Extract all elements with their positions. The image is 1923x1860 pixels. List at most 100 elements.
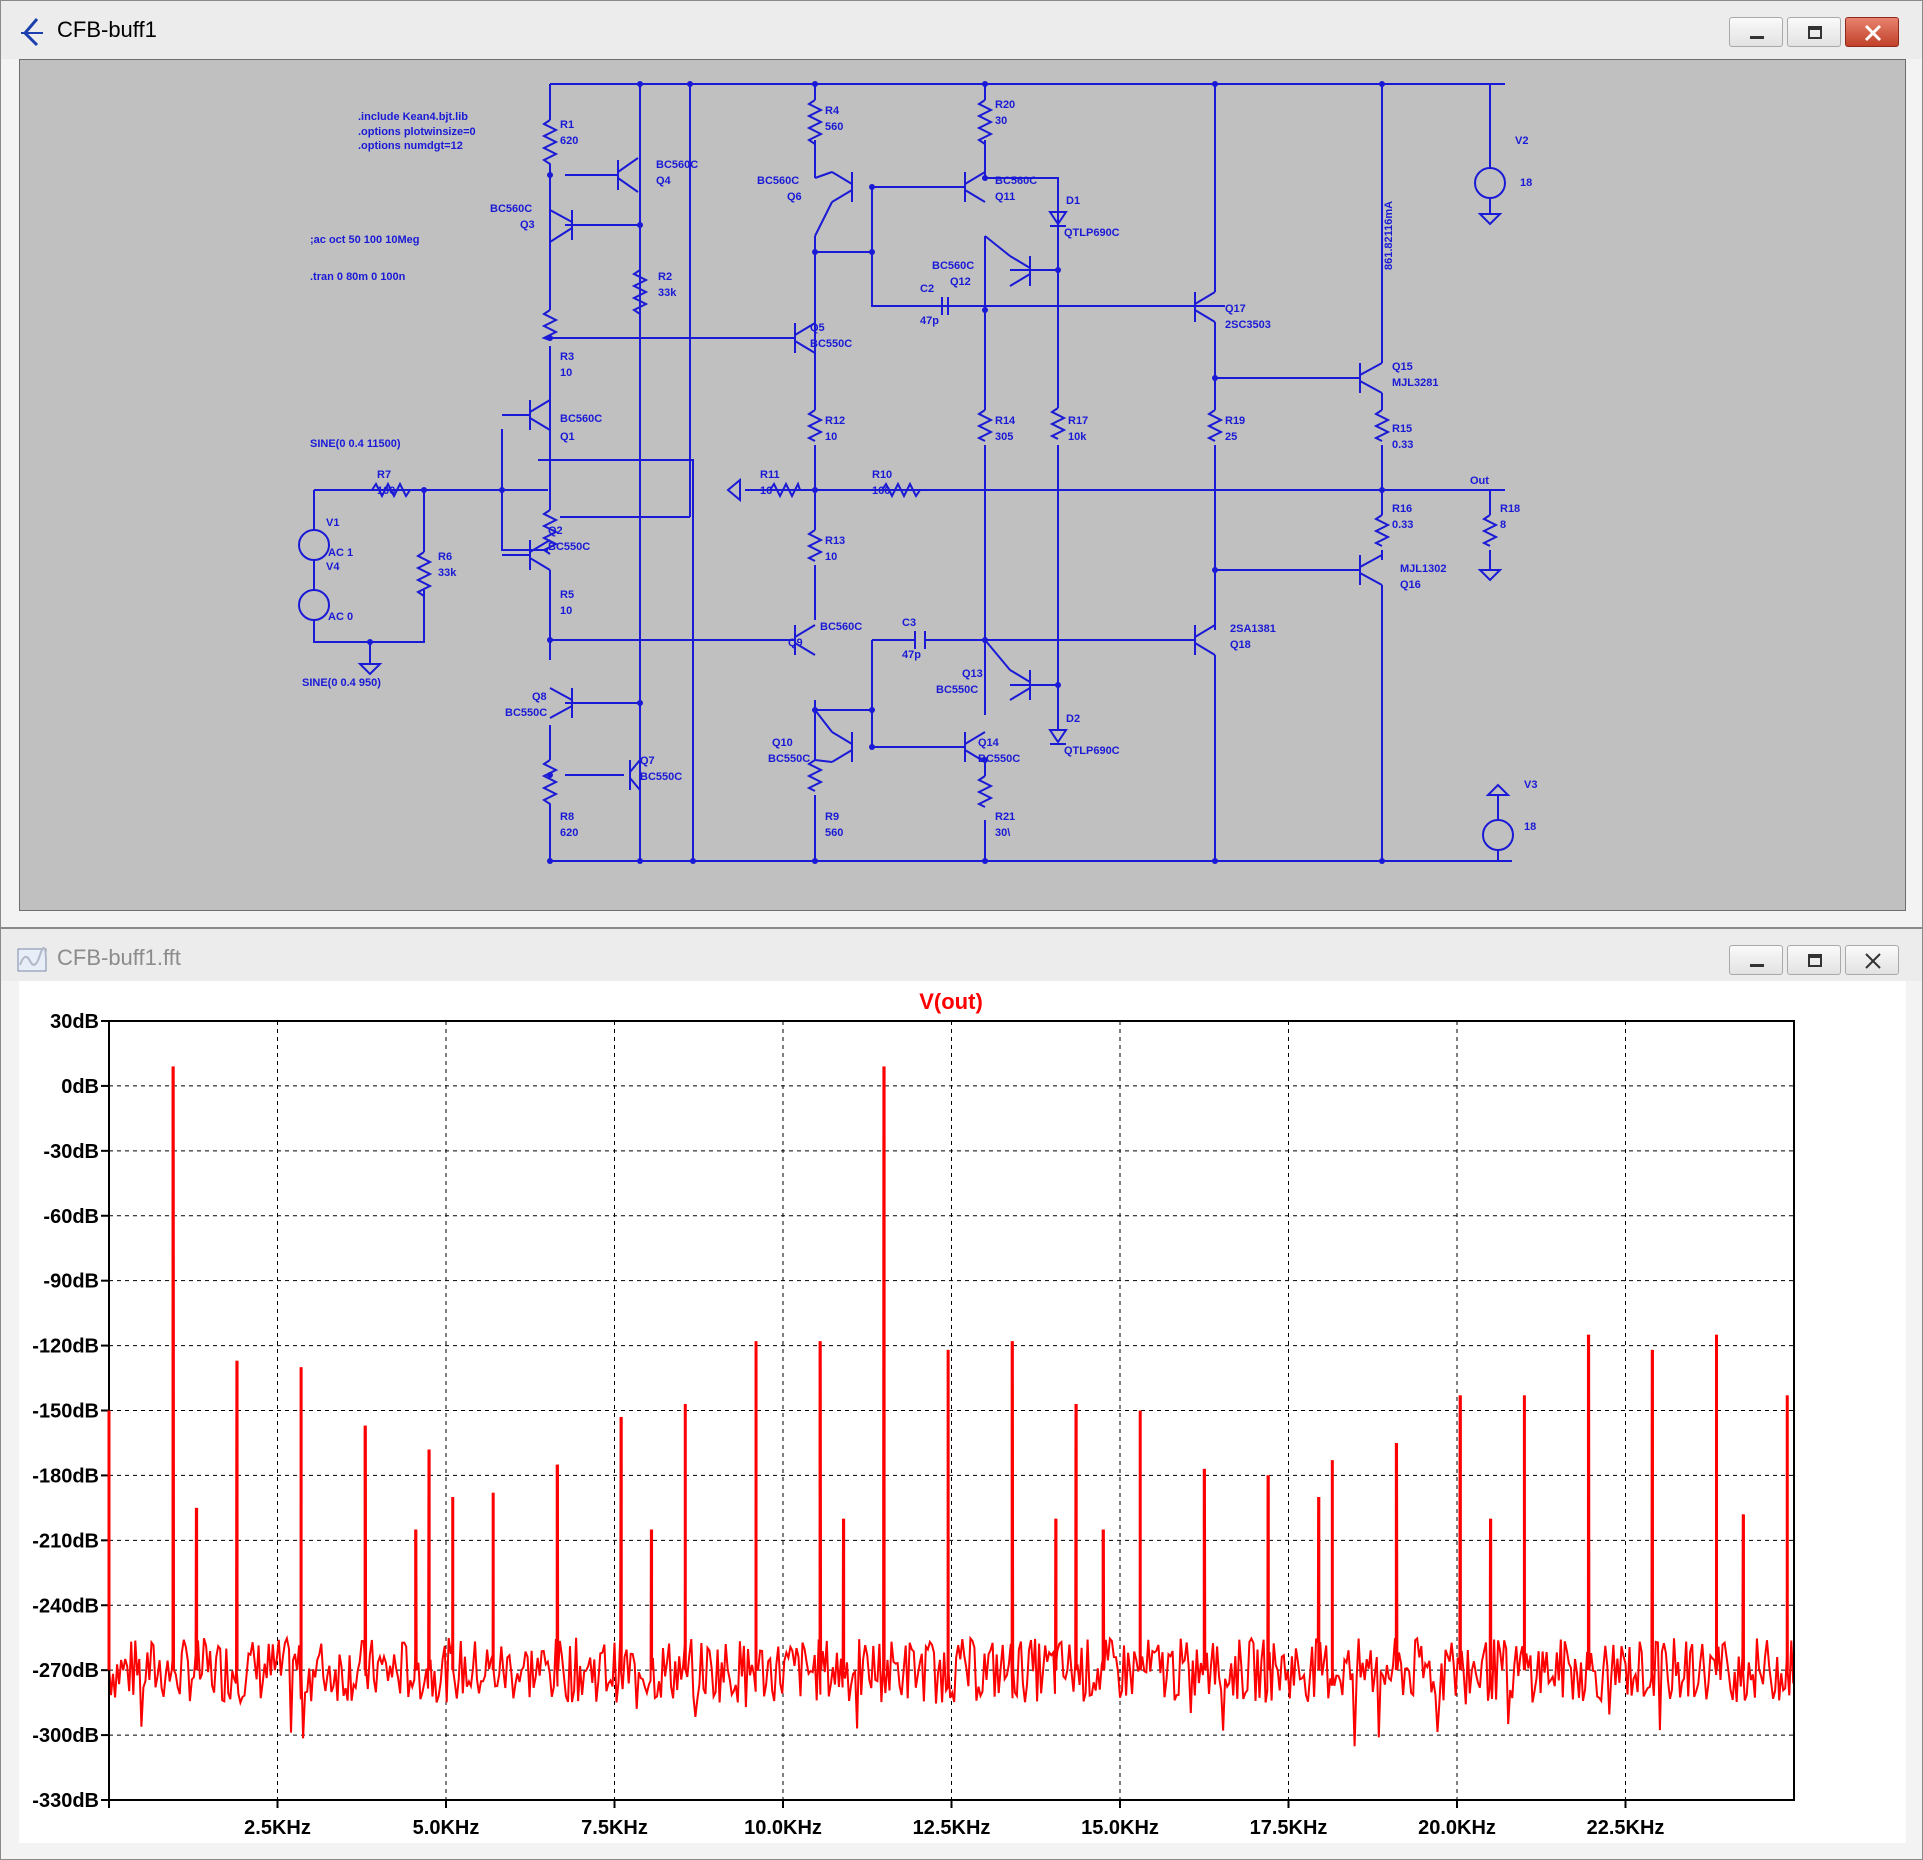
transistor-name: Q18	[1230, 639, 1251, 651]
resistor-name: R16	[1392, 503, 1412, 515]
transistor-name: Q6	[787, 191, 802, 203]
schematic-titlebar[interactable]: CFB-buff1	[1, 1, 1922, 59]
fft-titlebar[interactable]: CFB-buff1.fft	[1, 929, 1922, 981]
fft-close-button[interactable]	[1845, 945, 1899, 975]
transistor-model: BC560C	[490, 203, 532, 215]
x-tick-label: 15.0KHz	[1081, 1817, 1159, 1839]
resistor-value: 305	[995, 431, 1013, 443]
fft-restore-button[interactable]	[1787, 945, 1841, 975]
spice-directive: ;ac oct 50 100 10Meg	[310, 234, 419, 246]
resistor-name: R4	[825, 105, 840, 117]
resistor-name: R3	[560, 351, 574, 363]
spice-directive: .tran 0 80m 0 100n	[310, 271, 406, 283]
transistor-name: Q2	[548, 525, 563, 537]
source-spec: AC 1	[328, 547, 353, 559]
y-tick-label: -120dB	[32, 1336, 99, 1358]
resistor-name: R11	[760, 469, 780, 481]
transistor-model: BC550C	[810, 338, 852, 350]
current-annotation: 861.82116mA	[1383, 201, 1395, 270]
transistor-name: Q5	[810, 322, 825, 334]
waveform-viewer-icon	[17, 947, 47, 972]
transistor-name: Q1	[560, 431, 575, 443]
capacitor-name: C3	[902, 617, 916, 629]
transistor-name: Q10	[772, 737, 793, 749]
transistor-model: BC550C	[936, 684, 978, 696]
transistor-model: MJL1302	[1400, 563, 1446, 575]
resistor-name: R10	[872, 469, 892, 481]
resistor-value: 160	[872, 485, 890, 497]
spice-directive: .options plotwinsize=0	[358, 126, 476, 138]
resistor-name: R8	[560, 811, 574, 823]
source-value: 18	[1524, 821, 1536, 833]
y-tick-label: -330dB	[32, 1790, 99, 1812]
transistor-model: BC560C	[560, 413, 602, 425]
transistor-model: BC550C	[505, 707, 547, 719]
x-tick-label: 2.5KHz	[244, 1817, 311, 1839]
y-tick-label: -180dB	[32, 1465, 99, 1487]
resistor-value: 10	[825, 431, 837, 443]
resistor-value: 10	[560, 367, 572, 379]
transistor-name: Q8	[532, 691, 547, 703]
source-name: V2	[1515, 135, 1528, 147]
resistor-value: 30	[995, 115, 1007, 127]
x-tick-label: 17.5KHz	[1250, 1817, 1328, 1839]
schematic-drawing[interactable]: .include Kean4.bjt.lib .options plotwinsi…	[20, 60, 1907, 912]
source-name: V4	[326, 561, 340, 573]
resistor-value: 25	[1225, 431, 1237, 443]
y-tick-label: -90dB	[43, 1271, 99, 1293]
transistor-model: BC550C	[548, 541, 590, 553]
transistor-model: MJL3281	[1392, 377, 1438, 389]
y-tick-label: -270dB	[32, 1660, 99, 1682]
net-label-out: Out	[1470, 475, 1489, 487]
x-tick-label: 10.0KHz	[744, 1817, 822, 1839]
diode-model: QTLP690C	[1064, 227, 1120, 239]
resistor-name: R21	[995, 811, 1015, 823]
close-icon	[1865, 953, 1881, 969]
resistor-name: R13	[825, 535, 845, 547]
minimize-icon	[1750, 964, 1764, 967]
resistor-value: 0.33	[1392, 519, 1413, 531]
fft-minimize-button[interactable]	[1729, 945, 1783, 975]
source-sine: SINE(0 0.4 11500)	[310, 438, 401, 450]
source-name: V3	[1524, 779, 1537, 791]
restore-icon	[1808, 954, 1822, 967]
schematic-window-title: CFB-buff1	[57, 17, 157, 42]
x-tick-label: 5.0KHz	[413, 1817, 480, 1839]
source-name: V1	[326, 517, 339, 529]
resistor-value: 10k	[1068, 431, 1087, 443]
y-tick-label: 0dB	[61, 1076, 99, 1098]
transistor-name: Q15	[1392, 361, 1413, 373]
source-value: 18	[1520, 177, 1532, 189]
resistor-value: 10	[825, 551, 837, 563]
resistor-value: 0.33	[1392, 439, 1413, 451]
transistor-model: 2SC3503	[1225, 319, 1271, 331]
fft-chart[interactable]: V(out) 30dB 0dB -30dB -60dB -90dB -120dB -150d…	[19, 981, 1908, 1845]
transistor-name: Q11	[995, 191, 1015, 203]
y-tick-label: 30dB	[50, 1011, 99, 1033]
restore-icon	[1808, 26, 1822, 39]
resistor-name: R20	[995, 99, 1015, 111]
fft-plot-area[interactable]: V(out) 30dB 0dB -30dB -60dB -90dB -120dB -150d…	[19, 981, 1906, 1843]
restore-button[interactable]	[1787, 17, 1841, 47]
resistor-name: R6	[438, 551, 452, 563]
resistor-name: R14	[995, 415, 1016, 427]
y-tick-label: -210dB	[32, 1530, 99, 1552]
resistor-value: 620	[560, 135, 578, 147]
resistor-name: R17	[1068, 415, 1088, 427]
resistor-name: R9	[825, 811, 839, 823]
minimize-button[interactable]	[1729, 17, 1783, 47]
fft-window: CFB-buff1.fft V(out) 30dB 0dB -30dB -60dB -9…	[0, 928, 1923, 1860]
resistor-name: R15	[1392, 423, 1412, 435]
diode-model: QTLP690C	[1064, 745, 1120, 757]
resistor-name: R2	[658, 271, 672, 283]
schematic-canvas[interactable]: .include Kean4.bjt.lib .options plotwinsi…	[19, 59, 1906, 911]
x-axis: 2.5KHz 5.0KHz 7.5KHz 10.0KHz 12.5KHz 15.0KHz 1…	[108, 1800, 1665, 1839]
transistor-name: Q4	[656, 175, 672, 187]
source-spec: AC 0	[328, 611, 353, 623]
x-tick-label: 20.0KHz	[1418, 1817, 1496, 1839]
diode-name: D1	[1066, 195, 1080, 207]
spice-directive: .include Kean4.bjt.lib	[358, 111, 468, 123]
x-tick-label: 22.5KHz	[1587, 1817, 1665, 1839]
source-sine: SINE(0 0.4 950)	[302, 677, 381, 689]
close-button[interactable]	[1845, 17, 1899, 47]
